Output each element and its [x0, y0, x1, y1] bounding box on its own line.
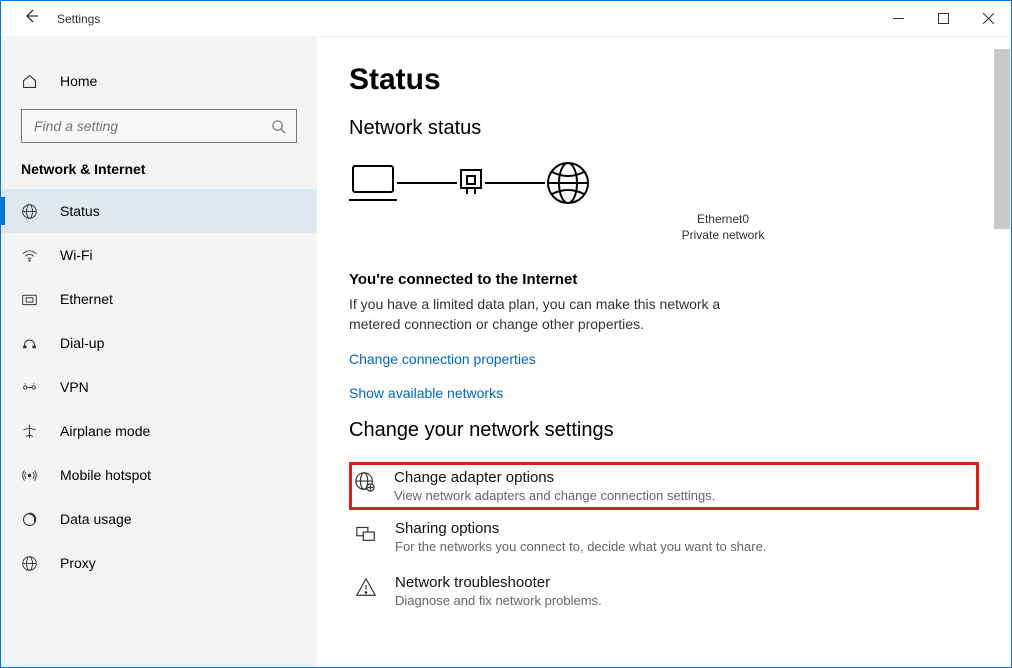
page-title: Status — [349, 63, 979, 97]
network-diagram — [349, 160, 979, 206]
data-usage-icon — [21, 511, 38, 528]
sidebar-item-ethernet[interactable]: Ethernet — [1, 277, 317, 321]
option-sharing[interactable]: Sharing options For the networks you con… — [349, 510, 979, 564]
sidebar-item-label: Dial-up — [60, 335, 104, 351]
sidebar-item-data[interactable]: Data usage — [1, 497, 317, 541]
option-title: Change adapter options — [394, 469, 715, 486]
link-available-networks[interactable]: Show available networks — [349, 385, 979, 401]
option-sub: Diagnose and fix network problems. — [395, 593, 602, 608]
settings-heading: Change your network settings — [349, 419, 979, 442]
globe-icon — [21, 203, 38, 220]
sidebar-heading: Network & Internet — [1, 161, 317, 189]
sidebar-item-label: Proxy — [60, 555, 96, 571]
option-sub: View network adapters and change connect… — [394, 488, 715, 503]
warning-icon — [355, 576, 377, 598]
sidebar-item-airplane[interactable]: Airplane mode — [1, 409, 317, 453]
sidebar-home-label: Home — [60, 73, 97, 89]
search-icon — [271, 119, 286, 134]
dialup-icon — [21, 335, 38, 352]
sidebar-home[interactable]: Home — [1, 61, 317, 101]
pc-icon — [349, 162, 397, 204]
sidebar-item-label: Status — [60, 203, 100, 219]
proxy-icon — [21, 555, 38, 572]
wifi-icon — [21, 247, 38, 264]
maximize-button[interactable] — [921, 5, 966, 33]
sidebar-item-hotspot[interactable]: Mobile hotspot — [1, 453, 317, 497]
search-input[interactable] — [21, 109, 297, 143]
sidebar-item-label: Airplane mode — [60, 423, 150, 439]
sidebar-item-vpn[interactable]: VPN — [1, 365, 317, 409]
sidebar-item-proxy[interactable]: Proxy — [1, 541, 317, 585]
sidebar-item-status[interactable]: Status — [1, 189, 317, 233]
close-button[interactable] — [966, 5, 1011, 33]
back-icon[interactable] — [23, 8, 39, 29]
minimize-button[interactable] — [876, 5, 921, 33]
hotspot-icon — [21, 467, 38, 484]
home-icon — [21, 73, 38, 90]
sidebar-item-label: Mobile hotspot — [60, 467, 151, 483]
option-change-adapter[interactable]: Change adapter options View network adap… — [349, 462, 979, 510]
sidebar-item-label: VPN — [60, 379, 89, 395]
scrollbar-thumb[interactable] — [994, 49, 1010, 229]
connected-title: You're connected to the Internet — [349, 271, 979, 288]
link-conn-properties[interactable]: Change connection properties — [349, 351, 979, 367]
sidebar-item-label: Data usage — [60, 511, 132, 527]
vpn-icon — [21, 379, 38, 396]
airplane-icon — [21, 423, 38, 440]
titlebar: Settings — [1, 1, 1011, 37]
internet-icon — [545, 160, 591, 206]
sidebar-item-dialup[interactable]: Dial-up — [1, 321, 317, 365]
option-title: Sharing options — [395, 520, 766, 537]
option-sub: For the networks you connect to, decide … — [395, 539, 766, 554]
globe-settings-icon — [354, 471, 376, 493]
sidebar-item-label: Wi-Fi — [60, 247, 93, 263]
ethernet-icon — [21, 291, 38, 308]
sidebar-item-label: Ethernet — [60, 291, 113, 307]
connected-desc: If you have a limited data plan, you can… — [349, 294, 769, 335]
status-heading: Network status — [349, 117, 979, 140]
option-troubleshooter[interactable]: Network troubleshooter Diagnose and fix … — [349, 564, 979, 618]
sharing-icon — [355, 522, 377, 544]
window-title: Settings — [57, 12, 100, 26]
diagram-labels: Ethernet0 Private network — [467, 212, 979, 243]
sidebar-item-wifi[interactable]: Wi-Fi — [1, 233, 317, 277]
option-title: Network troubleshooter — [395, 574, 602, 591]
main-content: Status Network status Ethernet0 Private … — [317, 37, 1011, 667]
sidebar: Home Network & Internet Status Wi-Fi Eth… — [1, 37, 317, 667]
adapter-icon — [457, 162, 485, 204]
